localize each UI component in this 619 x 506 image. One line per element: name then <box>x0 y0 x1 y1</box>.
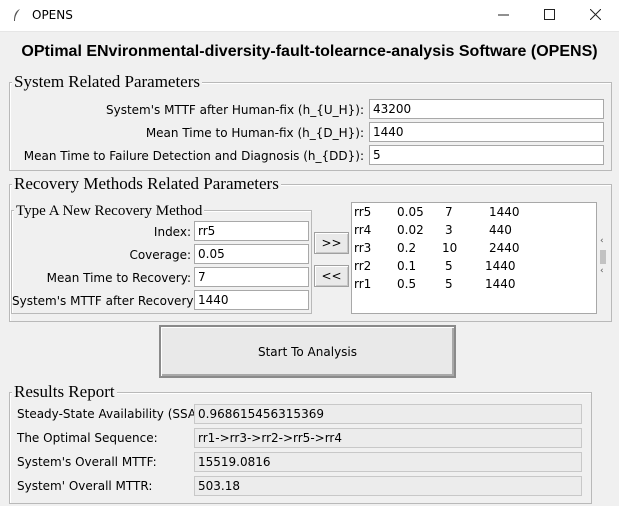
overall-mttf-value: 15519.0816 <box>194 452 582 472</box>
optimal-sequence-label: The Optimal Sequence: <box>17 431 158 445</box>
list-item-index: rr5 <box>354 205 372 219</box>
add-method-button[interactable]: >> <box>314 232 349 254</box>
list-item[interactable]: rr5 0.05 7 1440 <box>352 205 592 223</box>
maximize-button[interactable] <box>526 0 572 31</box>
time-to-detection-input[interactable]: 5 <box>369 145 604 165</box>
list-item-mttr: 5 <box>445 259 453 273</box>
overall-mttr-label: System' Overall MTTR: <box>17 479 153 493</box>
list-item[interactable]: rr3 0.2 10 2440 <box>352 241 592 259</box>
list-item-index: rr4 <box>354 223 372 237</box>
scroll-up-icon: ‹ <box>600 236 604 246</box>
list-item-mttr: 7 <box>445 205 453 219</box>
list-item-mttf: 1440 <box>489 205 520 219</box>
field-label-mttf-human-fix: System's MTTF after Human-fix (h_{U_H}): <box>105 103 364 117</box>
list-item-coverage: 0.05 <box>397 205 424 219</box>
overall-mttf-label: System's Overall MTTF: <box>17 455 157 469</box>
list-item[interactable]: rr2 0.1 5 1440 <box>352 259 592 277</box>
list-item-mttr: 3 <box>445 223 453 237</box>
title-bar: OPENS <box>0 0 619 32</box>
feather-icon <box>12 8 22 26</box>
list-item-index: rr2 <box>354 259 372 273</box>
app-header: OPtimal ENvironmental-diversity-fault-to… <box>21 43 598 60</box>
time-to-human-fix-input[interactable]: 1440 <box>369 122 604 142</box>
list-item-index: rr1 <box>354 277 372 291</box>
list-item-mttf: 1440 <box>485 259 516 273</box>
scroll-down-icon: ‹ <box>600 266 604 276</box>
list-item-mttf: 440 <box>489 223 512 237</box>
list-item-coverage: 0.2 <box>397 241 417 255</box>
field-label-mttr: Mean Time to Recovery: <box>46 271 191 285</box>
field-label-mttf-after-recovery: System's MTTF after Recovery: <box>12 294 197 308</box>
new-method-legend: Type A New Recovery Method <box>14 202 205 220</box>
recovery-methods-list[interactable]: rr5 0.05 7 1440 rr4 0.02 3 440 rr3 0.2 1… <box>351 202 597 314</box>
field-label-time-to-human-fix: Mean Time to Human-fix (h_{D_H}): <box>145 126 364 140</box>
list-item-mttf: 1440 <box>485 277 516 291</box>
field-label-time-to-detection: Mean Time to Failure Detection and Diagn… <box>23 149 364 163</box>
close-icon <box>589 8 601 24</box>
start-analysis-button[interactable]: Start To Analysis <box>159 325 456 378</box>
maximize-icon <box>543 8 555 24</box>
index-input[interactable]: rr5 <box>194 221 309 241</box>
mttf-after-recovery-input[interactable]: 1440 <box>194 290 309 310</box>
mttf-human-fix-input[interactable]: 43200 <box>369 99 604 119</box>
list-item-coverage: 0.02 <box>397 223 424 237</box>
list-item-mttr: 10 <box>442 241 458 255</box>
field-label-coverage: Coverage: <box>129 248 191 262</box>
coverage-input[interactable]: 0.05 <box>194 244 309 264</box>
minimize-icon <box>497 8 509 24</box>
window-title: OPENS <box>32 8 73 22</box>
results-legend: Results Report <box>12 382 117 401</box>
mttr-input[interactable]: 7 <box>194 267 309 287</box>
list-item-mttr: 5 <box>445 277 453 291</box>
ssa-value: 0.968615456315369 <box>194 404 582 424</box>
list-item[interactable]: rr4 0.02 3 440 <box>352 223 592 241</box>
list-item-coverage: 0.1 <box>397 259 417 273</box>
list-scrollbar[interactable]: ‹ ‹ <box>599 236 607 282</box>
list-item-mttf: 2440 <box>489 241 520 255</box>
remove-method-button[interactable]: << <box>314 265 349 287</box>
ssa-label: Steady-State Availability (SSA): <box>17 407 205 421</box>
overall-mttr-value: 503.18 <box>194 476 582 496</box>
recovery-params-legend: Recovery Methods Related Parameters <box>12 174 281 193</box>
list-item[interactable]: rr1 0.5 5 1440 <box>352 277 592 295</box>
optimal-sequence-value: rr1->rr3->rr2->rr5->rr4 <box>194 428 582 448</box>
list-item-coverage: 0.5 <box>397 277 417 291</box>
system-params-legend: System Related Parameters <box>12 72 203 91</box>
scrollbar-thumb[interactable] <box>600 250 606 264</box>
field-label-index: Index: <box>153 225 191 239</box>
close-button[interactable] <box>572 0 618 31</box>
minimize-button[interactable] <box>480 0 526 31</box>
list-item-index: rr3 <box>354 241 372 255</box>
